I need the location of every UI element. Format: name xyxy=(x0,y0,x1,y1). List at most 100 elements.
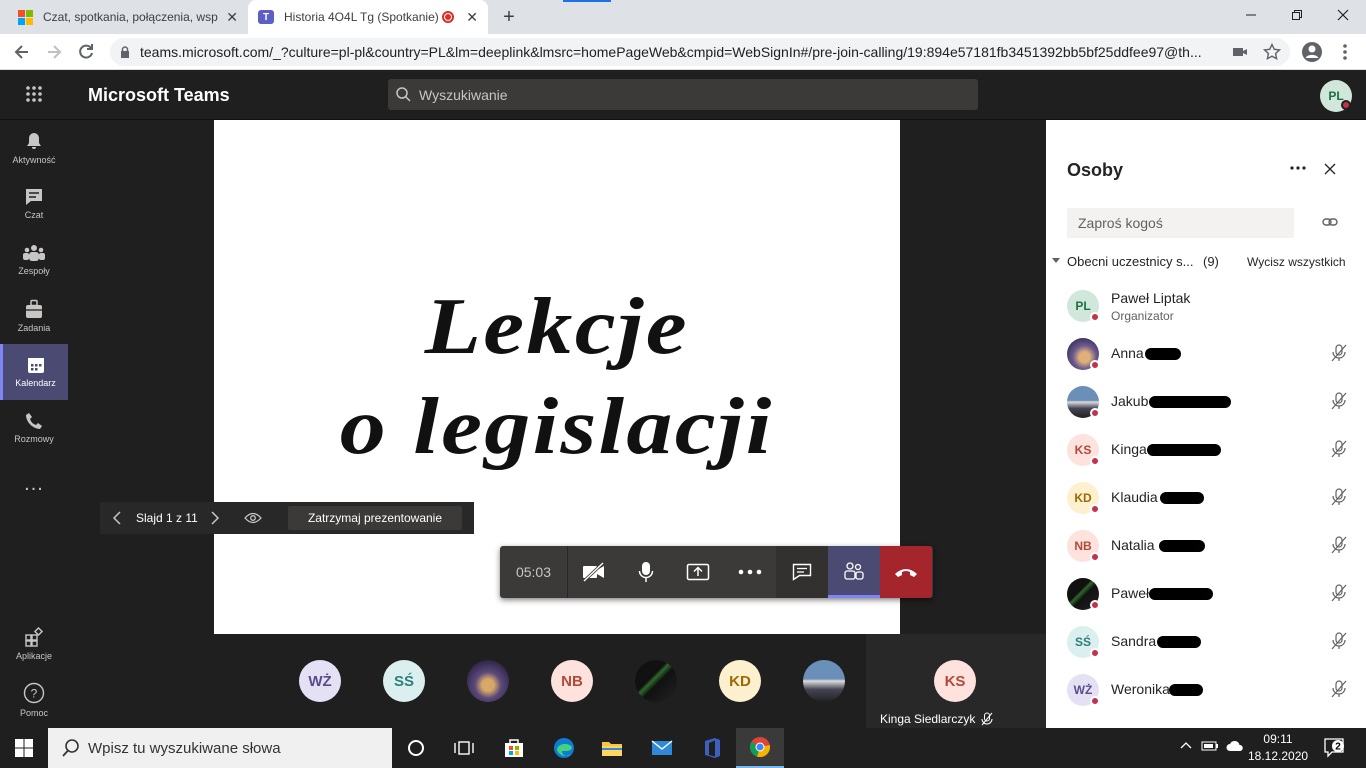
cortana-icon[interactable] xyxy=(392,728,440,768)
muted-mic-icon[interactable] xyxy=(1331,584,1347,602)
rail-item-more[interactable]: ... xyxy=(0,456,68,512)
windows-start-icon[interactable] xyxy=(0,728,48,768)
rail-item-chat[interactable]: Czat xyxy=(0,176,68,232)
previous-slide-icon[interactable] xyxy=(112,510,122,526)
muted-mic-icon[interactable] xyxy=(1331,632,1347,650)
participant-avatar[interactable]: KD xyxy=(719,660,761,702)
muted-mic-icon[interactable] xyxy=(1331,536,1347,554)
camera-blocked-icon[interactable] xyxy=(1232,44,1248,60)
participant-row[interactable]: KD Klaudia xyxy=(1067,480,1357,528)
hang-up-button[interactable] xyxy=(880,546,932,598)
task-view-icon[interactable] xyxy=(440,728,488,768)
participant-photo-avatar[interactable] xyxy=(635,660,677,702)
bookmark-star-icon[interactable] xyxy=(1263,43,1281,61)
participant-row[interactable]: SŚ Sandra xyxy=(1067,624,1357,672)
presence-busy-icon xyxy=(1090,648,1100,658)
participant-row[interactable]: PL Paweł Liptak Organizator xyxy=(1067,288,1357,336)
close-tab-icon[interactable]: ✕ xyxy=(466,9,478,26)
microphone-icon xyxy=(638,561,654,583)
profile-icon[interactable] xyxy=(1301,41,1323,63)
browser-tab-active[interactable]: T Historia 4O4L Tg (Spotkanie) ✕ xyxy=(248,0,488,34)
browser-tab-strip: Czat, spotkania, połączenia, współpraca … xyxy=(0,0,1366,34)
edge-icon[interactable] xyxy=(540,728,588,768)
muted-mic-icon[interactable] xyxy=(1331,392,1347,410)
participant-row[interactable]: WŻ Weronika xyxy=(1067,672,1357,720)
search-input[interactable]: Wyszukiwanie xyxy=(388,79,978,110)
participant-avatar[interactable]: WŻ xyxy=(299,660,341,702)
participant-row[interactable]: Paweł xyxy=(1067,576,1357,624)
muted-mic-icon[interactable] xyxy=(1331,440,1347,458)
rail-item-activity[interactable]: Aktywność xyxy=(0,120,68,176)
chat-button[interactable] xyxy=(776,546,828,598)
self-name-label: Kinga Siedlarczyk xyxy=(880,712,993,726)
muted-mic-icon[interactable] xyxy=(1331,680,1347,698)
muted-mic-icon xyxy=(981,712,993,726)
participant-row[interactable]: NB Natalia xyxy=(1067,528,1357,576)
action-center-icon[interactable]: 2 xyxy=(1324,738,1346,758)
office-app-icon[interactable] xyxy=(688,728,736,768)
muted-mic-icon[interactable] xyxy=(1331,344,1347,362)
minimize-window-icon[interactable] xyxy=(1228,0,1274,30)
muted-mic-icon[interactable] xyxy=(1331,488,1347,506)
show-hidden-icons-chevron-icon[interactable] xyxy=(1180,741,1192,749)
camera-off-button[interactable] xyxy=(568,546,620,598)
participant-row[interactable]: KS Kinga xyxy=(1067,432,1357,480)
invite-input[interactable]: Zaproś kogoś xyxy=(1067,208,1294,238)
participant-photo-avatar[interactable] xyxy=(467,660,509,702)
slide-title-line: Lekcje xyxy=(424,283,690,371)
hang-up-icon xyxy=(894,566,918,578)
more-actions-button[interactable] xyxy=(724,546,776,598)
close-window-icon[interactable] xyxy=(1320,0,1366,30)
close-panel-icon[interactable] xyxy=(1324,163,1336,175)
mail-icon[interactable] xyxy=(638,728,686,768)
next-slide-icon[interactable] xyxy=(210,510,220,526)
chrome-taskbar-icon[interactable] xyxy=(736,728,784,768)
mute-all-link[interactable]: Wycisz wszystkich xyxy=(1247,255,1346,269)
back-arrow-icon[interactable] xyxy=(12,42,32,62)
onedrive-cloud-icon[interactable] xyxy=(1226,740,1244,752)
rail-item-calendar[interactable]: Kalendarz xyxy=(0,344,68,400)
rail-item-calls[interactable]: Rozmowy xyxy=(0,400,68,456)
rail-item-help[interactable]: ? Pomoc xyxy=(0,672,68,728)
taskbar-search-input[interactable]: Wpisz tu wyszukiwane słowa xyxy=(48,728,392,768)
system-clock[interactable]: 09:11 18.12.2020 xyxy=(1248,731,1308,765)
recording-dot-icon xyxy=(442,11,455,23)
battery-icon[interactable] xyxy=(1201,740,1219,752)
file-explorer-icon[interactable] xyxy=(588,728,636,768)
rail-item-teams[interactable]: Zespoły xyxy=(0,232,68,288)
panel-more-icon[interactable] xyxy=(1290,166,1306,170)
rail-label: Aplikacje xyxy=(15,651,53,661)
redaction-mark xyxy=(1149,396,1231,408)
browser-tab-inactive[interactable]: Czat, spotkania, połączenia, współpraca … xyxy=(8,0,248,34)
phone-icon xyxy=(25,412,43,434)
clock-time: 09:11 xyxy=(1263,732,1293,746)
close-tab-icon[interactable]: ✕ xyxy=(226,9,238,26)
store-icon[interactable] xyxy=(490,728,538,768)
address-bar[interactable]: teams.microsoft.com/_?culture=pl-pl&coun… xyxy=(110,38,1290,66)
stop-presenting-button[interactable]: Zatrzymaj prezentowanie xyxy=(288,506,462,530)
eye-icon[interactable] xyxy=(244,512,262,524)
participant-avatar[interactable]: SŚ xyxy=(383,660,425,702)
copy-link-icon[interactable] xyxy=(1322,216,1338,228)
app-launcher-icon[interactable] xyxy=(25,85,43,103)
participant-avatar[interactable]: NB xyxy=(551,660,593,702)
participant-row[interactable]: Anna xyxy=(1067,336,1357,384)
participant-row[interactable]: Jakub xyxy=(1067,384,1357,432)
participants-section-header[interactable]: Obecni uczestnicy s... (9) Wycisz wszyst… xyxy=(1052,254,1362,272)
forward-arrow-icon[interactable] xyxy=(44,42,64,62)
redaction-mark xyxy=(1147,444,1221,456)
share-screen-button[interactable] xyxy=(672,546,724,598)
new-tab-plus-icon[interactable]: + xyxy=(498,6,520,28)
participant-photo-avatar[interactable] xyxy=(803,660,845,702)
reload-icon[interactable] xyxy=(76,42,96,62)
participant-name: Kinga xyxy=(1111,441,1147,457)
microphone-button[interactable] xyxy=(620,546,672,598)
chrome-menu-icon[interactable] xyxy=(1342,42,1348,62)
participant-name: Paweł xyxy=(1111,585,1150,601)
rail-item-apps[interactable]: Aplikacje xyxy=(0,616,68,672)
search-placeholder: Wyszukiwanie xyxy=(419,86,508,103)
participant-role: Organizator xyxy=(1111,309,1174,323)
participants-button[interactable] xyxy=(828,546,880,598)
rail-item-tasks[interactable]: Zadania xyxy=(0,288,68,344)
restore-window-icon[interactable] xyxy=(1274,0,1320,30)
